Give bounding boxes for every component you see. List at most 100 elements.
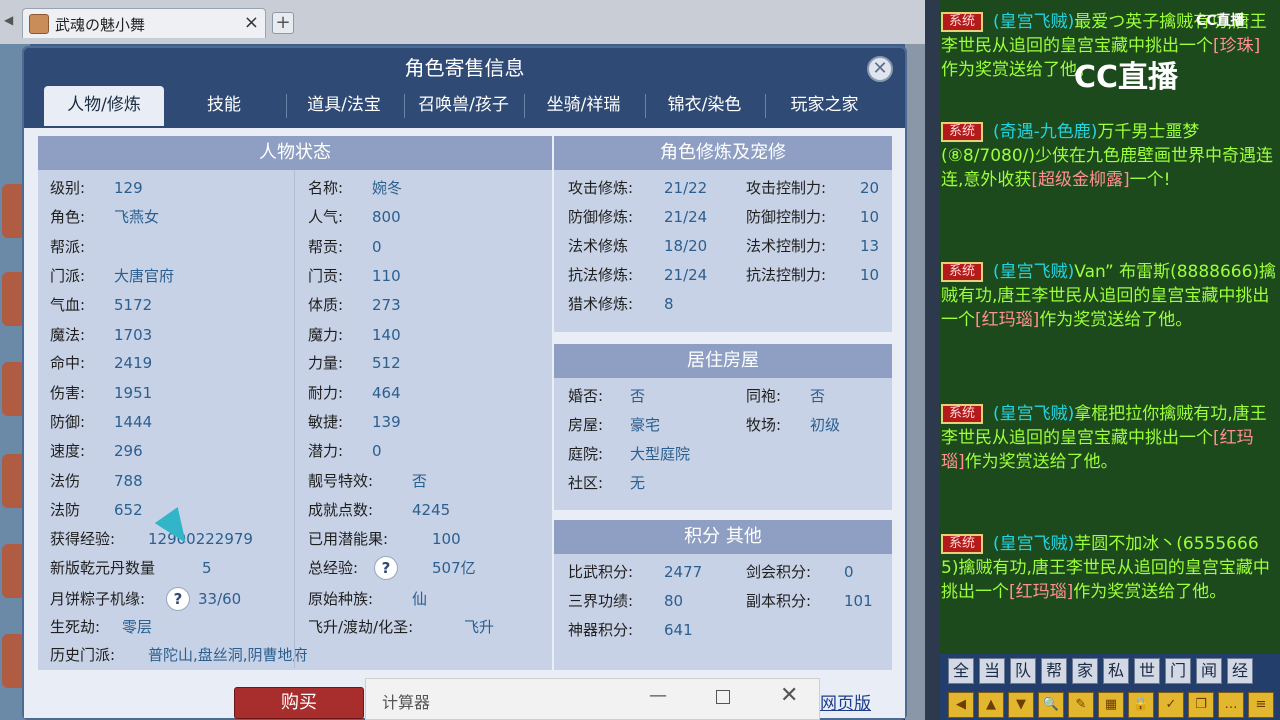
calculator-window[interactable]: 计算器 — ✕: [365, 678, 820, 720]
tab-home[interactable]: 玩家之家: [766, 86, 883, 126]
arrow-down-icon[interactable]: ▼: [1008, 692, 1034, 718]
stat-row: 飞升/渡劫/化圣: 飞升: [308, 613, 548, 641]
stat-value: 4245: [412, 501, 451, 519]
channel-button[interactable]: 经: [1227, 658, 1253, 684]
more-icon[interactable]: ≡: [1248, 692, 1274, 718]
stat-label: 人气:: [308, 208, 344, 226]
channel-button[interactable]: 当: [979, 658, 1005, 684]
info-value: 豪宅: [630, 416, 661, 434]
stat-value: 5: [202, 559, 212, 577]
stat-value: 33/60: [198, 590, 242, 608]
help-icon[interactable]: ?: [166, 587, 190, 611]
info-row: 攻击修炼: 21/22 攻击控制力: 20: [568, 174, 888, 202]
info-value: 2477: [664, 563, 703, 581]
note-icon[interactable]: ✎: [1068, 692, 1094, 718]
game-chat-panel: 系统 (皇宫飞贼)最爱つ英子擒贼有功,唐王李世民从追回的皇宫宝藏中挑出一个[珍珠]…: [939, 0, 1280, 720]
stat-row: 角色: 飞燕女: [50, 203, 290, 231]
arrow-left-icon[interactable]: ◀: [948, 692, 974, 718]
minimize-icon[interactable]: —: [649, 685, 667, 706]
info-label: 房屋:: [568, 416, 604, 434]
system-tag: 系统: [941, 12, 984, 32]
info-label: 剑会积分:: [746, 563, 812, 581]
info-value: 无: [630, 474, 646, 492]
player-name[interactable]: 万千男士噩梦: [1097, 122, 1199, 142]
channel-button[interactable]: 私: [1103, 658, 1129, 684]
info-row: 抗法修炼: 21/24 抗法控制力: 10: [568, 261, 888, 289]
stat-value: 507亿: [432, 559, 476, 577]
stat-row: 成就点数: 4245: [308, 496, 548, 524]
event-name: (皇宫飞贼): [993, 534, 1075, 554]
message-tail: 一个!: [1129, 170, 1171, 190]
reward-item[interactable]: [红玛瑙]: [975, 310, 1039, 330]
stat-label: 法伤: [50, 472, 81, 490]
stat-label: 门贡:: [308, 267, 344, 285]
reward-item[interactable]: [珍珠]: [1213, 36, 1260, 56]
search-icon[interactable]: 🔍: [1038, 692, 1064, 718]
stat-value: 129: [114, 179, 143, 197]
browser-tab[interactable]: 武魂の魅小舞 ×: [22, 8, 266, 38]
stat-row: 速度: 296: [50, 437, 290, 465]
tab-character[interactable]: 人物/修炼: [44, 86, 164, 126]
info-label: 抗法修炼:: [568, 266, 634, 284]
channel-button[interactable]: 家: [1072, 658, 1098, 684]
channel-button[interactable]: 世: [1134, 658, 1160, 684]
channel-button[interactable]: 闻: [1196, 658, 1222, 684]
stat-row: 人气: 800: [308, 203, 548, 231]
score-panel: 积分 其他 比武积分: 2477 剑会积分: 0 三界功绩: 80 副本积分: 101 神器积分…: [554, 520, 892, 670]
info-value: 10: [860, 208, 880, 226]
stat-row: 魔法: 1703: [50, 321, 290, 349]
chat-message: 系统 (皇宫飞贼)芋圆不加冰丶(6555666 5)擒贼有功,唐王李世民从追回的皇…: [941, 532, 1277, 604]
info-row: 猎术修炼: 8: [568, 290, 888, 318]
reward-item[interactable]: [红玛瑙]: [1009, 582, 1073, 602]
info-label: 法术控制力:: [746, 237, 827, 255]
info-label: 抗法控制力:: [746, 266, 827, 284]
tab-outfits[interactable]: 锦衣/染色: [646, 86, 763, 126]
tab-items[interactable]: 道具/法宝: [289, 86, 399, 126]
stat-row: 靓号特效: 否: [308, 467, 548, 495]
player-name[interactable]: 拿棍把拉你: [1074, 404, 1159, 424]
stat-label: 魔力:: [308, 326, 344, 344]
reward-item[interactable]: [超级金柳露]: [1031, 170, 1129, 190]
stat-row: 耐力: 464: [308, 379, 548, 407]
stat-value: 0: [372, 238, 382, 256]
new-tab-button[interactable]: +: [272, 12, 294, 34]
chat-bubble-icon[interactable]: …: [1218, 692, 1244, 718]
arrow-up-icon[interactable]: ▲: [978, 692, 1004, 718]
info-row: 庭院: 大型庭院: [568, 440, 888, 468]
info-row: 比武积分: 2477 剑会积分: 0: [568, 558, 888, 586]
tab-mounts[interactable]: 坐骑/祥瑞: [525, 86, 642, 126]
page-background-right: [905, 44, 925, 720]
stat-row: 魔力: 140: [308, 321, 548, 349]
maximize-icon[interactable]: [716, 690, 730, 704]
copy-icon[interactable]: ❐: [1188, 692, 1214, 718]
player-name[interactable]: 最爱つ英子: [1074, 12, 1159, 32]
brush-icon[interactable]: ✓: [1158, 692, 1184, 718]
tab-pets[interactable]: 召唤兽/孩子: [405, 86, 522, 126]
stat-value: 1951: [114, 384, 153, 402]
tab-close-icon[interactable]: ×: [244, 12, 259, 33]
player-name[interactable]: 芋圆不加冰丶(: [1074, 534, 1183, 554]
help-icon[interactable]: ?: [374, 556, 398, 580]
info-label: 攻击控制力:: [746, 179, 827, 197]
channel-button[interactable]: 队: [1010, 658, 1036, 684]
channel-button[interactable]: 全: [948, 658, 974, 684]
close-icon[interactable]: ✕: [780, 683, 798, 708]
stat-row: 帮派:: [50, 233, 290, 261]
stat-label: 体质:: [308, 296, 344, 314]
stat-value: 否: [412, 472, 428, 490]
chat-toolbar: 全当队帮家私世门闻经 ◀ ▲ ▼ 🔍 ✎ ▦ 🔒 ✓ ❐ … ≡: [940, 654, 1280, 720]
web-version-link[interactable]: 网页版: [820, 689, 871, 714]
channel-button[interactable]: 门: [1165, 658, 1191, 684]
system-tag: 系统: [941, 534, 984, 554]
channel-button[interactable]: 帮: [1041, 658, 1067, 684]
tab-skills[interactable]: 技能: [174, 86, 274, 126]
buy-button[interactable]: 购买: [234, 687, 364, 719]
tab-scroll-icon[interactable]: ◀: [4, 13, 13, 27]
lock-icon[interactable]: 🔒: [1128, 692, 1154, 718]
close-icon[interactable]: ✕: [867, 56, 893, 82]
stat-value: 140: [372, 326, 401, 344]
event-name: (奇遇-九色鹿): [993, 122, 1098, 142]
player-name[interactable]: Van” 布雷斯: [1074, 262, 1170, 282]
grid-icon[interactable]: ▦: [1098, 692, 1124, 718]
stat-label: 潜力:: [308, 442, 344, 460]
